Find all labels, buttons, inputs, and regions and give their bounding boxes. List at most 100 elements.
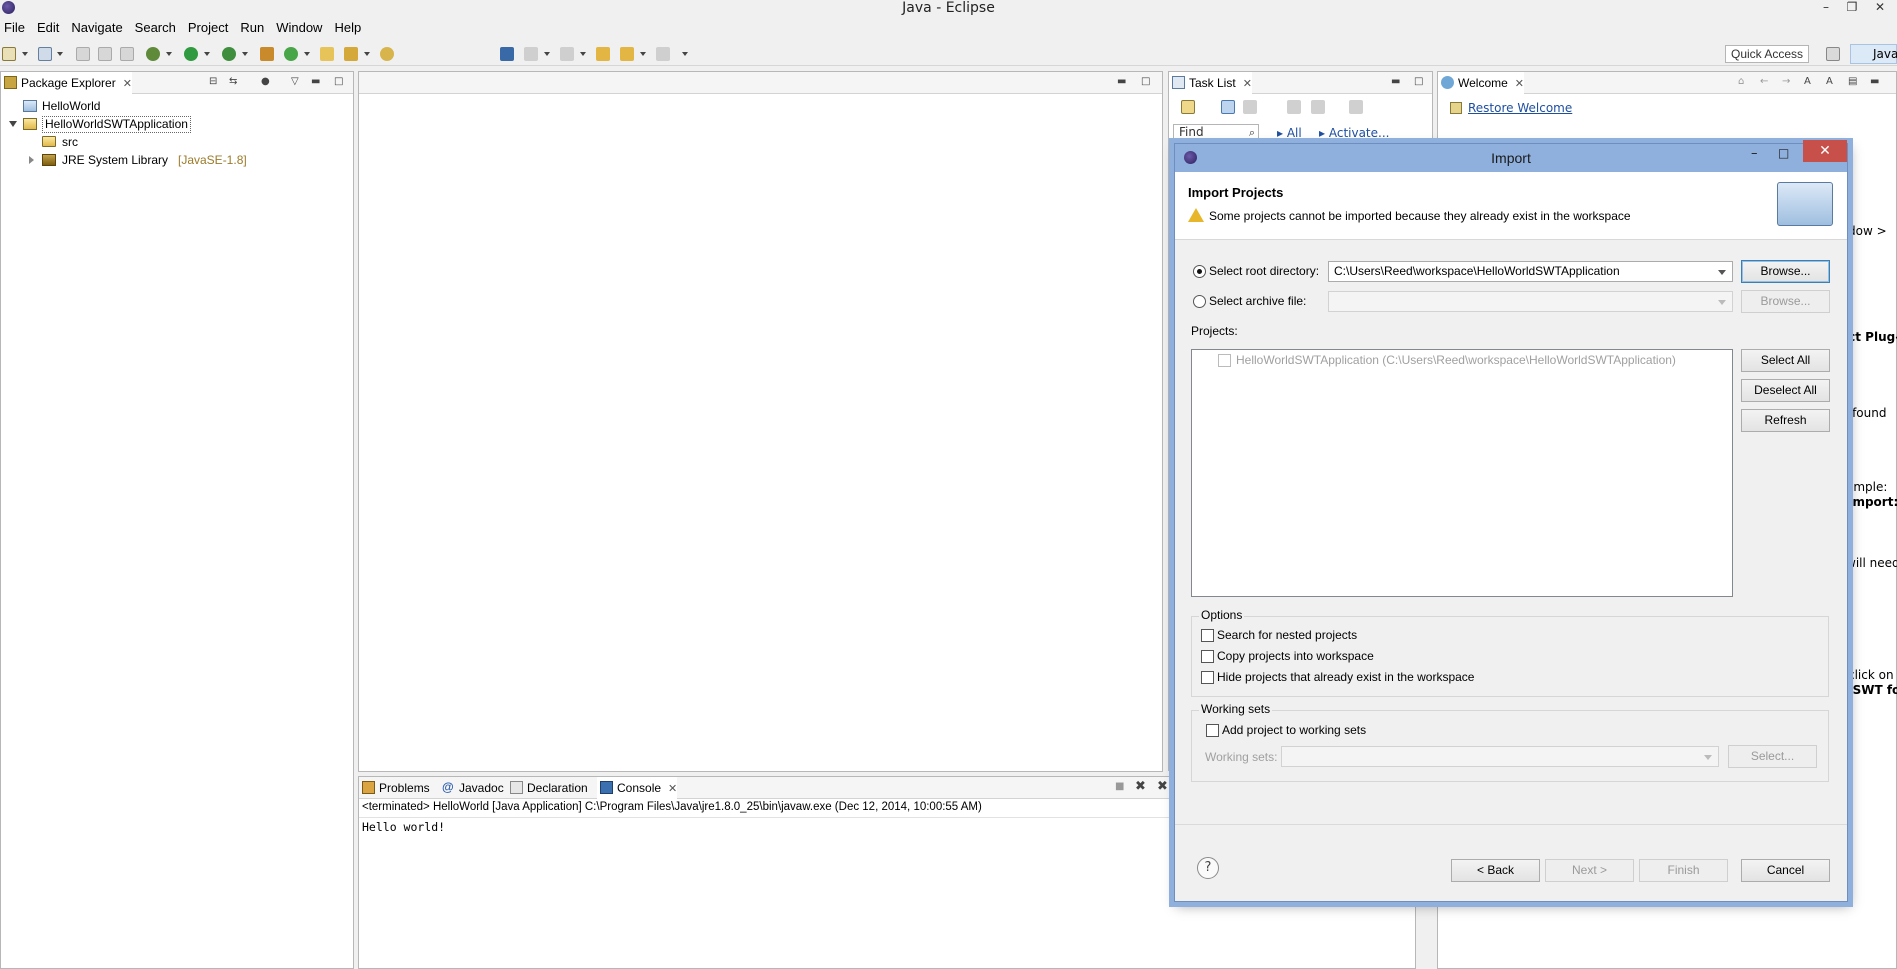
toggle-mark-icon[interactable]: [500, 47, 514, 61]
tree-item-jre-system-library[interactable]: JRE System Library [JavaSE-1.8]: [1, 151, 351, 169]
tab-problems[interactable]: Problems: [359, 777, 430, 799]
scheduled-icon[interactable]: [1243, 100, 1257, 114]
back-icon[interactable]: [620, 47, 634, 61]
save-all-icon[interactable]: [98, 47, 112, 61]
archive-file-combo[interactable]: [1328, 291, 1733, 312]
menu-run[interactable]: Run: [234, 18, 270, 38]
back-dropdown-icon[interactable]: [640, 52, 646, 56]
menu-help[interactable]: Help: [328, 18, 367, 38]
collapse-icon[interactable]: [1311, 100, 1325, 114]
minimize-view-icon[interactable]: ▬: [311, 75, 320, 89]
finish-button[interactable]: Finish: [1639, 859, 1728, 882]
new-task-icon[interactable]: [1181, 100, 1195, 114]
font-decrease-icon[interactable]: A: [1826, 75, 1833, 89]
forward-dropdown-icon[interactable]: [682, 52, 688, 56]
expanded-icon[interactable]: [9, 121, 17, 127]
filter-all-link[interactable]: ▸ All: [1277, 126, 1302, 140]
copy-projects-checkbox[interactable]: [1201, 650, 1214, 663]
new-dropdown-icon[interactable]: [22, 52, 28, 56]
browse-root-button[interactable]: Browse...: [1741, 260, 1830, 283]
browse-archive-button[interactable]: Browse...: [1741, 290, 1830, 313]
close-icon[interactable]: ✕: [668, 778, 677, 800]
add-working-set-checkbox[interactable]: [1206, 724, 1219, 737]
project-checkbox[interactable]: [1218, 354, 1231, 367]
menu-edit[interactable]: Edit: [31, 18, 65, 38]
previous-annotation-icon[interactable]: [560, 47, 574, 61]
menu-navigate[interactable]: Navigate: [65, 18, 128, 38]
forward-icon[interactable]: [656, 47, 670, 61]
close-icon[interactable]: ✕: [123, 73, 132, 95]
sync-icon[interactable]: [1349, 100, 1363, 114]
root-directory-combo[interactable]: C:\Users\Reed\workspace\HelloWorldSWTApp…: [1328, 261, 1733, 282]
view-layout-icon[interactable]: ▤: [1848, 75, 1857, 89]
debug-dropdown-icon[interactable]: [166, 52, 172, 56]
menu-window[interactable]: Window: [270, 18, 328, 38]
new-icon[interactable]: [2, 47, 16, 61]
tab-console[interactable]: Console ✕: [597, 777, 678, 800]
select-all-button[interactable]: Select All: [1741, 349, 1830, 372]
archive-file-radio[interactable]: [1193, 295, 1206, 308]
collapse-all-icon[interactable]: ⊟: [209, 75, 217, 89]
maximize-icon[interactable]: □: [1778, 146, 1789, 160]
tab-javadoc[interactable]: @ Javadoc: [439, 777, 504, 799]
focus-icon[interactable]: [1287, 100, 1301, 114]
close-icon[interactable]: ✕: [1803, 140, 1847, 162]
activate-link[interactable]: ▸ Activate...: [1319, 126, 1389, 140]
menu-search[interactable]: Search: [129, 18, 182, 38]
tab-declaration[interactable]: Declaration: [507, 777, 588, 799]
maximize-view-icon[interactable]: □: [1414, 75, 1423, 89]
tree-item-src[interactable]: src: [1, 133, 351, 151]
view-filter-icon[interactable]: ●: [261, 75, 270, 89]
font-increase-icon[interactable]: A: [1804, 75, 1811, 89]
nested-projects-checkbox[interactable]: [1201, 629, 1214, 642]
categorized-icon[interactable]: [1221, 100, 1235, 114]
maximize-view-icon[interactable]: □: [334, 75, 343, 89]
next-annotation-dropdown-icon[interactable]: [544, 52, 550, 56]
search-dropdown-icon[interactable]: [364, 52, 370, 56]
next-annotation-icon[interactable]: [524, 47, 538, 61]
last-edit-icon[interactable]: [596, 47, 610, 61]
minimize-icon[interactable]: –: [1751, 146, 1758, 161]
view-menu-icon[interactable]: ▽: [291, 75, 299, 89]
remove-launch-icon[interactable]: ✖: [1135, 780, 1146, 794]
tab-task-list[interactable]: Task List ✕: [1169, 72, 1252, 94]
close-icon[interactable]: ✕: [1515, 73, 1524, 95]
hide-existing-checkbox[interactable]: [1201, 671, 1214, 684]
coverage-dropdown-icon[interactable]: [242, 52, 248, 56]
open-dropdown-icon[interactable]: [57, 52, 63, 56]
deselect-all-button[interactable]: Deselect All: [1741, 379, 1830, 402]
restore-welcome-link[interactable]: Restore Welcome: [1468, 101, 1572, 115]
open-task-icon[interactable]: [380, 47, 394, 61]
tree-item-helloworld[interactable]: HelloWorld: [1, 97, 351, 115]
debug-icon[interactable]: [146, 47, 160, 61]
quick-access-input[interactable]: Quick Access: [1725, 45, 1809, 63]
minimize-icon[interactable]: –: [1816, 0, 1836, 14]
run-dropdown-icon[interactable]: [204, 52, 210, 56]
run-icon[interactable]: [184, 47, 198, 61]
print-icon[interactable]: [120, 47, 134, 61]
back-button[interactable]: < Back: [1451, 859, 1540, 882]
root-directory-radio[interactable]: [1193, 265, 1206, 278]
terminate-icon[interactable]: ■: [1115, 780, 1124, 794]
menu-project[interactable]: Project: [182, 18, 234, 38]
tab-welcome[interactable]: Welcome ✕: [1438, 72, 1525, 95]
menu-file[interactable]: File: [0, 18, 31, 38]
help-icon[interactable]: ?: [1197, 857, 1219, 879]
new-java-class-icon[interactable]: [284, 47, 298, 61]
open-perspective-icon[interactable]: [1826, 47, 1840, 61]
close-icon[interactable]: ✕: [1870, 0, 1890, 14]
save-icon[interactable]: [76, 47, 90, 61]
search-tool-icon[interactable]: [344, 47, 358, 61]
remove-all-terminated-icon[interactable]: ✖: [1157, 780, 1168, 794]
nav-forward-icon[interactable]: →: [1782, 75, 1790, 89]
next-button[interactable]: Next >: [1545, 859, 1634, 882]
minimize-view-icon[interactable]: ▬: [1870, 75, 1879, 89]
new-class-dropdown-icon[interactable]: [304, 52, 310, 56]
open-folder-icon[interactable]: [320, 47, 334, 61]
home-icon[interactable]: ⌂: [1738, 75, 1744, 89]
java-perspective-button[interactable]: Java: [1850, 44, 1897, 64]
tab-package-explorer[interactable]: Package Explorer ✕: [1, 72, 132, 94]
minimize-view-icon[interactable]: ▬: [1391, 75, 1400, 89]
select-working-sets-button[interactable]: Select...: [1728, 745, 1817, 768]
restore-icon[interactable]: ❐: [1842, 0, 1862, 14]
